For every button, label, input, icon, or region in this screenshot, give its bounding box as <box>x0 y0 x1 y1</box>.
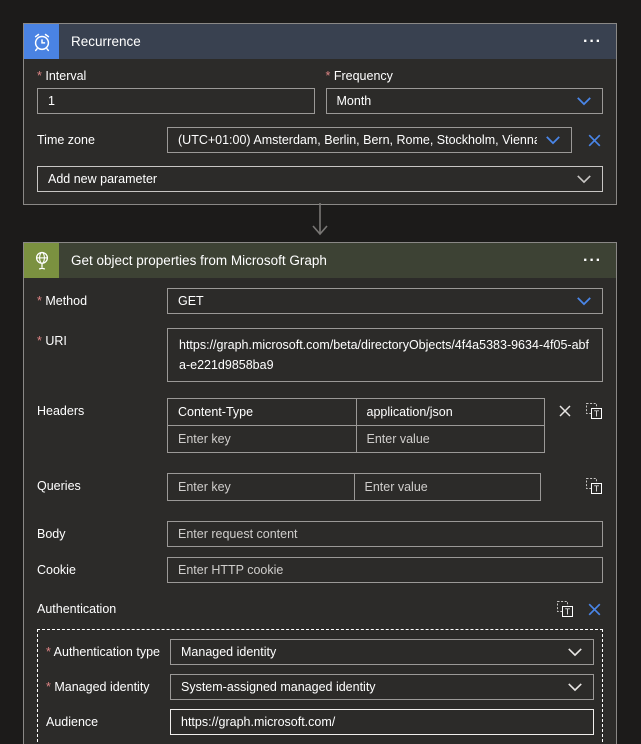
switch-to-text-icon: T <box>556 600 574 618</box>
logic-app-designer-canvas: Recurrence ··· Interval Frequency Month <box>0 0 641 744</box>
chevron-down-icon <box>567 647 583 657</box>
body-label: Body <box>37 527 167 541</box>
authentication-type-value: Managed identity <box>181 645 276 659</box>
authentication-type-dropdown[interactable]: Managed identity <box>170 639 594 665</box>
headers-label: Headers <box>37 398 167 453</box>
header-key-input[interactable]: Content-Type <box>168 399 356 425</box>
http-action-card: Get object properties from Microsoft Gra… <box>23 242 617 744</box>
cookie-input[interactable] <box>167 557 603 583</box>
add-new-parameter-label: Add new parameter <box>48 172 157 186</box>
frequency-dropdown[interactable]: Month <box>326 88 604 114</box>
close-icon <box>557 403 573 419</box>
audience-input[interactable] <box>170 709 594 735</box>
method-dropdown[interactable]: GET <box>167 288 603 314</box>
connector-arrow <box>310 202 330 240</box>
chevron-down-icon <box>576 296 592 306</box>
timezone-dropdown[interactable]: (UTC+01:00) Amsterdam, Berlin, Bern, Rom… <box>167 127 572 153</box>
authentication-label: Authentication <box>37 602 556 616</box>
interval-input[interactable] <box>37 88 315 114</box>
queries-key-value-grid: Enter key Enter value <box>167 473 541 501</box>
http-more-options-button[interactable]: ··· <box>579 253 606 269</box>
recurrence-card-header[interactable]: Recurrence ··· <box>24 24 616 59</box>
authentication-group: Authentication type Managed identity Man… <box>37 629 603 744</box>
close-icon <box>586 132 603 149</box>
http-card-header[interactable]: Get object properties from Microsoft Gra… <box>24 243 616 278</box>
switch-to-text-icon: T <box>585 402 603 420</box>
headers-switch-to-text-button[interactable]: T <box>585 402 603 420</box>
query-value-input[interactable]: Enter value <box>354 474 541 500</box>
close-icon <box>586 601 603 618</box>
switch-to-text-icon: T <box>585 477 603 495</box>
http-card-title: Get object properties from Microsoft Gra… <box>71 253 579 268</box>
frequency-value: Month <box>337 94 372 108</box>
recurrence-card-body: Interval Frequency Month Time zone <box>24 59 616 204</box>
authentication-type-label: Authentication type <box>46 645 170 659</box>
method-value: GET <box>178 294 204 308</box>
managed-identity-value: System-assigned managed identity <box>181 680 376 694</box>
recurrence-card: Recurrence ··· Interval Frequency Month <box>23 23 617 205</box>
uri-input[interactable]: https://graph.microsoft.com/beta/directo… <box>167 328 603 382</box>
cookie-label: Cookie <box>37 563 167 577</box>
header-value-input[interactable]: application/json <box>356 399 545 425</box>
recurrence-more-options-button[interactable]: ··· <box>579 34 606 50</box>
headers-key-value-grid: Content-Type application/json Enter key … <box>167 398 545 453</box>
svg-text:T: T <box>565 607 570 617</box>
queries-switch-to-text-button[interactable]: T <box>585 477 603 495</box>
timezone-label: Time zone <box>37 133 167 147</box>
chevron-down-icon <box>545 135 561 145</box>
required-asterisk <box>326 69 334 83</box>
globe-http-icon <box>24 243 59 278</box>
timezone-value: (UTC+01:00) Amsterdam, Berlin, Bern, Rom… <box>178 133 537 147</box>
required-asterisk <box>46 645 54 659</box>
chevron-down-icon <box>576 96 592 106</box>
header-key-input[interactable]: Enter key <box>168 426 356 452</box>
uri-label: URI <box>37 328 167 382</box>
header-value-input[interactable]: Enter value <box>356 426 545 452</box>
alarm-clock-icon <box>24 24 59 59</box>
timezone-remove-button[interactable] <box>586 132 603 149</box>
queries-label: Queries <box>37 473 167 501</box>
chevron-down-icon <box>576 174 592 184</box>
managed-identity-label: Managed identity <box>46 680 170 694</box>
svg-text:T: T <box>594 409 599 419</box>
method-label: Method <box>37 294 167 308</box>
interval-label: Interval <box>37 69 315 83</box>
http-card-body: Method GET URI https://graph.microsoft.c… <box>24 278 616 744</box>
frequency-label: Frequency <box>326 69 604 83</box>
query-key-input[interactable]: Enter key <box>168 474 354 500</box>
add-new-parameter-dropdown[interactable]: Add new parameter <box>37 166 603 192</box>
audience-label: Audience <box>46 715 170 729</box>
recurrence-card-title: Recurrence <box>71 34 579 49</box>
authentication-switch-to-text-button[interactable]: T <box>556 600 574 618</box>
chevron-down-icon <box>567 682 583 692</box>
svg-text:T: T <box>594 484 599 494</box>
body-input[interactable] <box>167 521 603 547</box>
authentication-remove-button[interactable] <box>586 601 603 618</box>
headers-remove-row-button[interactable] <box>557 403 573 419</box>
managed-identity-dropdown[interactable]: System-assigned managed identity <box>170 674 594 700</box>
